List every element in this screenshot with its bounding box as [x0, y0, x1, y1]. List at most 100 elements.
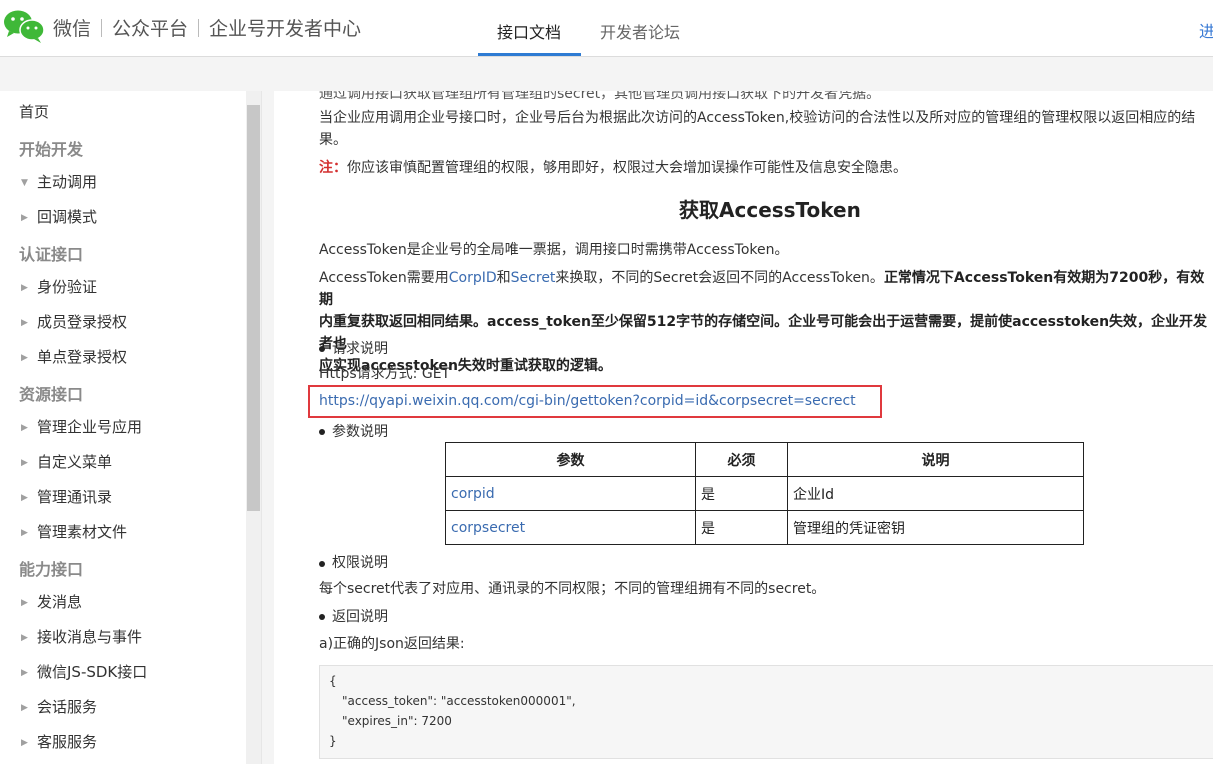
bullet-return: 返回说明 [332, 609, 388, 625]
table-cell: 管理组的凭证密钥 [787, 510, 1084, 545]
paragraph-text: 当企业应用调用企业号接口时，企业号后台为根据此次访问的AccessToken,校… [319, 110, 1196, 126]
sidebar-item-customer-service[interactable]: ▶ 客服服务 [21, 731, 97, 752]
sidebar-nav: 首页 开始开发 ▼ 主动调用 ▶ 回调模式 认证接口 ▶ 身份验证 ▶ 成员登录授权 ▶… [0, 91, 262, 764]
table-row: corpid 是 企业Id [445, 476, 1084, 511]
sidebar-section-capability[interactable]: 能力接口 [19, 556, 83, 580]
sidebar-item-identity[interactable]: ▶ 身份验证 [21, 276, 97, 297]
table-header-row: 参数 必须 说明 [445, 442, 1084, 477]
sidebar-item-label: 管理企业号应用 [37, 418, 143, 436]
note-text: 你应该审慎配置管理组的权限，够用即好，权限过大会增加误操作可能性及信息安全隐患。 [347, 160, 907, 176]
sidebar-item-label: 管理素材文件 [37, 523, 128, 541]
sidebar-item-label: 成员登录授权 [37, 313, 128, 331]
section-heading: 获取AccessToken [679, 198, 861, 222]
top-header: 微信 公众平台 企业号开发者中心 接口文档 开发者论坛 进 [0, 0, 1213, 57]
table-header: 参数 [445, 442, 696, 477]
code-line: { [329, 674, 337, 688]
caret-right-icon: ▶ [21, 213, 28, 223]
sidebar-item-label: 发消息 [37, 593, 83, 611]
login-link[interactable]: 进 [1199, 18, 1213, 42]
sidebar-item-js-sdk[interactable]: ▶ 微信JS-SDK接口 [21, 661, 147, 682]
sidebar-item-contacts[interactable]: ▶ 管理通讯录 [21, 486, 112, 507]
sidebar-item-label: 单点登录授权 [37, 348, 128, 366]
https-method: Https请求方式: GET [319, 366, 451, 382]
sidebar-item-send-message[interactable]: ▶ 发消息 [21, 591, 82, 612]
table-header: 必须 [695, 442, 788, 477]
corpid-link[interactable]: CorpID [449, 270, 497, 286]
brand-divider [101, 18, 103, 37]
brand-wechat[interactable]: 微信 [53, 14, 91, 41]
active-tab-indicator [478, 53, 581, 56]
param-corpid-link[interactable]: corpid [445, 476, 696, 511]
brand-public-platform[interactable]: 公众平台 [112, 14, 188, 41]
sidebar-item-custom-menu[interactable]: ▶ 自定义菜单 [21, 451, 112, 472]
caret-right-icon: ▶ [21, 528, 28, 538]
sidebar-item-member-login[interactable]: ▶ 成员登录授权 [21, 311, 127, 332]
table-cell: 是 [695, 476, 788, 511]
sidebar-item-media-files[interactable]: ▶ 管理素材文件 [21, 521, 127, 542]
brand-divider [198, 18, 200, 37]
bullet-request: 请求说明 [332, 341, 388, 357]
sidebar-section-start-dev[interactable]: 开始开发 [19, 136, 83, 160]
sidebar-item-label: 会话服务 [37, 698, 98, 716]
sidebar-section-resource[interactable]: 资源接口 [19, 381, 83, 405]
bullet-params: 参数说明 [332, 424, 388, 440]
caret-right-icon: ▶ [21, 318, 28, 328]
table-header: 说明 [787, 442, 1084, 477]
doc-content: 通过调用接口获取管理组所有管理组的secret，其他管理员调用接口获取下的开发者… [274, 91, 1213, 764]
caret-right-icon: ▶ [21, 283, 28, 293]
caret-right-icon: ▶ [21, 458, 28, 468]
paragraph-text: 和 [496, 270, 511, 286]
paragraph-validation: 当企业应用调用企业号接口时，企业号后台为根据此次访问的AccessToken,校… [319, 107, 1209, 151]
caret-down-icon: ▼ [21, 178, 28, 188]
table-cell: 企业Id [787, 476, 1084, 511]
caret-right-icon: ▶ [21, 738, 28, 748]
paragraph-exchange: AccessToken需要用CorpID和Secret来换取，不同的Secret… [319, 267, 1209, 377]
table-cell: 是 [695, 510, 788, 545]
sidebar-item-callback[interactable]: ▶ 回调模式 [21, 206, 97, 227]
caret-right-icon: ▶ [21, 353, 28, 363]
brand-dev-center[interactable]: 企业号开发者中心 [209, 14, 361, 41]
caret-right-icon: ▶ [21, 668, 28, 678]
sidebar-item-label: 主动调用 [37, 173, 98, 191]
bold-text: 内重复获取返回相同结果。access_token至少保留512字节的存储空间。企… [319, 314, 1208, 352]
paragraph-text: 来换取，不同的Secret会返回不同的AccessToken。 [555, 270, 884, 286]
bullet-permission: 权限说明 [332, 555, 388, 571]
tab-api-docs[interactable]: 接口文档 [497, 19, 561, 43]
sidebar-item-label: 身份验证 [37, 278, 98, 296]
request-url-link[interactable]: https://qyapi.weixin.qq.com/cgi-bin/gett… [319, 393, 856, 409]
caret-right-icon: ▶ [21, 703, 28, 713]
code-line: "access_token": "accesstoken000001", [342, 694, 576, 708]
sidebar-item-sso[interactable]: ▶ 单点登录授权 [21, 346, 127, 367]
sidebar-item-label: 自定义菜单 [37, 453, 113, 471]
sidebar-scrollbar-thumb[interactable] [247, 105, 260, 511]
code-line: "expires_in": 7200 [342, 714, 452, 728]
caret-right-icon: ▶ [21, 633, 28, 643]
sidebar-item-home[interactable]: 首页 [19, 101, 49, 122]
sidebar-item-label: 客服服务 [37, 733, 98, 751]
params-table: 参数 必须 说明 corpid 是 企业Id corpsecret 是 管理组的… [445, 442, 1084, 545]
bullet-dot [319, 614, 325, 620]
secret-link[interactable]: Secret [511, 270, 556, 286]
code-line: } [329, 734, 337, 748]
sidebar-item-manage-apps[interactable]: ▶ 管理企业号应用 [21, 416, 142, 437]
param-corpsecret-link[interactable]: corpsecret [445, 510, 696, 545]
sidebar-item-label: 接收消息与事件 [37, 628, 143, 646]
return-correct-label: a)正确的Json返回结果: [319, 636, 465, 652]
note-label: 注： [319, 160, 347, 176]
table-row: corpsecret 是 管理组的凭证密钥 [445, 510, 1084, 545]
wechat-logo-icon[interactable] [2, 8, 46, 44]
sidebar-item-label: 管理通讯录 [37, 488, 113, 506]
sidebar-section-auth[interactable]: 认证接口 [19, 241, 83, 265]
caret-right-icon: ▶ [21, 493, 28, 503]
caret-right-icon: ▶ [21, 598, 28, 608]
tab-dev-forum[interactable]: 开发者论坛 [600, 19, 680, 43]
sidebar-item-session[interactable]: ▶ 会话服务 [21, 696, 97, 717]
bullet-dot [319, 346, 325, 352]
sidebar-item-label: 微信JS-SDK接口 [37, 663, 148, 681]
sidebar-item-active-call[interactable]: ▼ 主动调用 [21, 171, 97, 192]
bullet-dot [319, 561, 325, 567]
code-block: { "access_token": "accesstoken000001", "… [319, 665, 1213, 759]
brand-title: 微信 公众平台 企业号开发者中心 [53, 14, 361, 41]
sidebar-item-label: 回调模式 [37, 208, 98, 226]
sidebar-item-receive-events[interactable]: ▶ 接收消息与事件 [21, 626, 142, 647]
